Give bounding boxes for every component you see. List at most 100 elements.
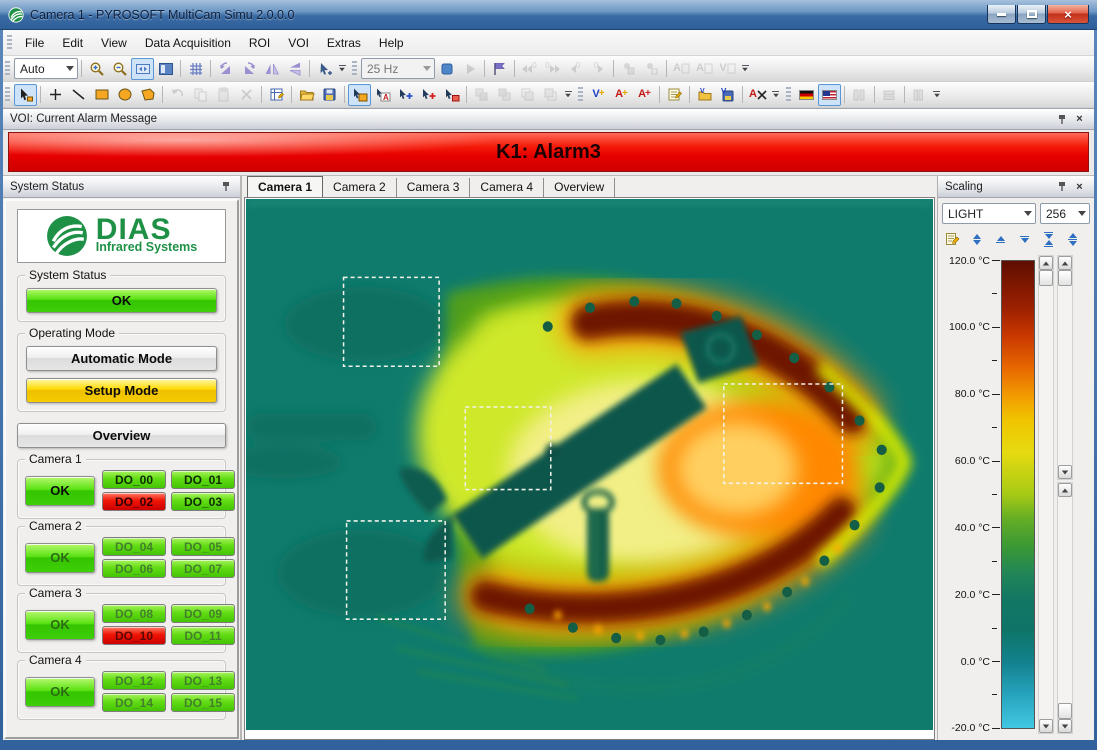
scroll-up-icon[interactable] [1058,483,1072,497]
scale-min-scrollbar[interactable] [1057,482,1073,734]
language-english-icon[interactable] [818,84,841,106]
camera-2-status-button[interactable]: OK [25,543,95,573]
scroll-track[interactable] [1058,497,1072,703]
overview-button[interactable]: Overview [17,423,226,448]
do-indicator[interactable]: DO_02 [102,492,166,511]
scroll-thumb[interactable] [1039,270,1053,286]
menu-file[interactable]: File [16,32,53,54]
scale-shift-scrollbar[interactable] [1038,255,1054,734]
scroll-thumb[interactable] [1058,270,1072,286]
full-image-view-icon[interactable] [154,58,177,80]
scroll-down-icon[interactable] [1058,719,1072,733]
tab-overview[interactable]: Overview [544,178,615,197]
pin-icon[interactable] [218,179,233,194]
menu-roi[interactable]: ROI [240,32,279,54]
scroll-up-icon[interactable] [1058,256,1072,270]
flip-vertical-icon[interactable] [283,58,306,80]
language-german-icon[interactable] [795,84,818,106]
camera-3-status-button[interactable]: OK [25,610,95,640]
roi-add-alarm-icon[interactable] [417,84,440,106]
scale-auto-icon[interactable] [1062,229,1083,249]
menu-view[interactable]: View [92,32,136,54]
tab-camera-1[interactable]: Camera 1 [247,176,323,197]
voi-save-icon[interactable]: V [716,84,739,106]
toolbar-overflow-icon[interactable] [770,85,782,105]
scaling-panel-close-icon[interactable]: × [1072,179,1087,194]
voi-edit-icon[interactable] [663,84,686,106]
toolbar-overflow-icon[interactable] [739,59,751,79]
pin-icon[interactable] [1054,112,1069,127]
do-indicator[interactable]: DO_11 [171,626,235,645]
roi-alarm-rect-icon[interactable] [440,84,463,106]
toolbar-overflow-icon[interactable] [336,59,348,79]
do-indicator[interactable]: DO_04 [102,537,166,556]
menu-help[interactable]: Help [370,32,413,54]
palette-combo[interactable]: LIGHT [942,203,1036,224]
system-status-ok-button[interactable]: OK [26,288,217,313]
setup-mode-button[interactable]: Setup Mode [26,378,217,403]
menu-edit[interactable]: Edit [53,32,92,54]
maximize-button[interactable] [1017,5,1046,24]
voi-add-icon[interactable]: V+ [587,84,610,106]
zoom-level-combo[interactable]: Auto [14,58,78,79]
tab-camera-3[interactable]: Camera 3 [397,178,471,197]
draw-line-icon[interactable] [67,84,90,106]
voi-open-icon[interactable]: V [693,84,716,106]
grid-icon[interactable] [184,58,207,80]
do-indicator[interactable]: DO_12 [102,671,166,690]
zoom-in-icon[interactable] [85,58,108,80]
toolbar-overflow-icon[interactable] [931,85,943,105]
do-indicator[interactable]: DO_01 [171,470,235,489]
do-indicator[interactable]: DO_03 [171,492,235,511]
roi-move-icon[interactable] [348,84,371,106]
scale-compress-icon[interactable] [1038,229,1059,249]
stop-acquisition-icon[interactable] [435,58,458,80]
event-flag-icon[interactable] [488,58,511,80]
scroll-up-icon[interactable] [1039,256,1053,270]
roi-properties-icon[interactable] [265,84,288,106]
scale-properties-icon[interactable] [942,229,963,249]
draw-point-icon[interactable] [44,84,67,106]
scale-expand-icon[interactable] [966,229,987,249]
open-roi-file-icon[interactable] [295,84,318,106]
rotate-right-icon[interactable] [237,58,260,80]
do-indicator[interactable]: DO_09 [171,604,235,623]
toolbar-overflow-icon[interactable] [562,85,574,105]
pin-icon[interactable] [1054,179,1069,194]
camera-1-status-button[interactable]: OK [25,476,95,506]
scale-max-scrollbar[interactable] [1057,255,1073,480]
scroll-track[interactable] [1058,286,1072,465]
draw-ellipse-icon[interactable] [113,84,136,106]
zoom-out-icon[interactable] [108,58,131,80]
do-indicator[interactable]: DO_07 [171,559,235,578]
scale-lower-min-icon[interactable] [1014,229,1035,249]
draw-polygon-icon[interactable] [136,84,159,106]
do-indicator[interactable]: DO_13 [171,671,235,690]
do-indicator[interactable]: DO_15 [171,693,235,712]
automatic-mode-button[interactable]: Automatic Mode [26,346,217,371]
close-button[interactable]: × [1047,5,1089,24]
do-indicator[interactable]: DO_14 [102,693,166,712]
do-indicator[interactable]: DO_10 [102,626,166,645]
thermal-image[interactable] [246,199,933,730]
frame-rate-combo[interactable]: 25 Hz [361,58,435,79]
flip-horizontal-icon[interactable] [260,58,283,80]
tab-camera-2[interactable]: Camera 2 [323,178,397,197]
do-indicator[interactable]: DO_00 [102,470,166,489]
do-indicator[interactable]: DO_06 [102,559,166,578]
draw-rectangle-icon[interactable] [90,84,113,106]
camera-4-status-button[interactable]: OK [25,677,95,707]
menu-extras[interactable]: Extras [318,32,370,54]
alarm-delete-icon[interactable]: A [746,84,770,106]
roi-add-icon[interactable] [394,84,417,106]
roi-label-icon[interactable]: A [371,84,394,106]
fit-to-window-icon[interactable] [131,58,154,80]
scroll-down-icon[interactable] [1039,719,1053,733]
rotate-left-icon[interactable] [214,58,237,80]
scroll-track[interactable] [1039,286,1053,719]
alarm-add-group-icon[interactable]: A+ [633,84,656,106]
save-roi-file-icon[interactable] [318,84,341,106]
scroll-down-icon[interactable] [1058,465,1072,479]
do-indicator[interactable]: DO_05 [171,537,235,556]
scroll-thumb[interactable] [1058,703,1072,719]
